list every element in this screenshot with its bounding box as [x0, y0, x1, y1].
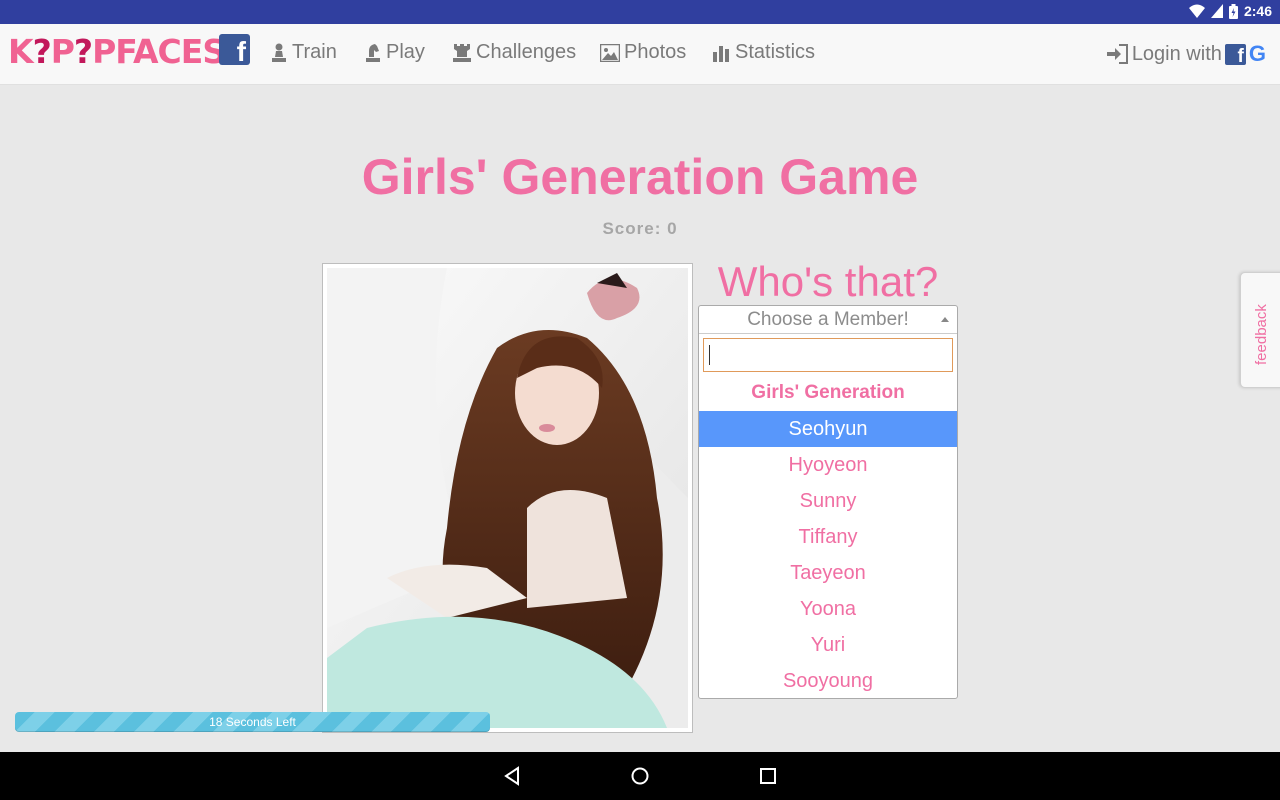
bar-chart-icon: [713, 45, 729, 62]
recents-icon[interactable]: [759, 766, 777, 786]
top-navbar: K?P?PFACES f Train Play Challenges Photo…: [0, 24, 1280, 85]
rook-icon: [453, 43, 471, 62]
facebook-login-icon[interactable]: f: [1224, 43, 1246, 65]
facebook-icon[interactable]: f: [219, 34, 250, 65]
logo-text-3: PFACES: [92, 32, 226, 71]
sign-in-icon: [1106, 44, 1128, 64]
timer-progress-bar: 18 Seconds Left: [15, 712, 490, 732]
nav-photos[interactable]: Photos: [600, 41, 686, 64]
nav-statistics-label: Statistics: [735, 41, 816, 63]
option-yuri[interactable]: Yuri: [699, 627, 957, 663]
option-tiffany[interactable]: Tiffany: [699, 519, 957, 555]
option-hyoyeon[interactable]: Hyoyeon: [699, 447, 957, 483]
facebook-login-letter: f: [1237, 45, 1244, 65]
nav-statistics[interactable]: Statistics: [713, 41, 815, 64]
clock: 2:46: [1243, 3, 1272, 19]
option-sooyoung[interactable]: Sooyoung: [699, 663, 957, 699]
option-sunny[interactable]: Sunny: [699, 483, 957, 519]
option-group-label: Girls' Generation: [751, 382, 905, 403]
cell-signal-icon: [1210, 4, 1223, 18]
nav-play-label: Play: [386, 41, 425, 63]
feedback-tab[interactable]: feedback: [1240, 272, 1280, 388]
back-icon[interactable]: [503, 766, 521, 786]
android-nav-bar: [0, 752, 1280, 800]
option-taeyeon[interactable]: Taeyeon: [699, 555, 957, 591]
member-photo: [327, 268, 688, 728]
option-seohyun[interactable]: Seohyun: [699, 411, 957, 447]
photo-icon: [600, 43, 620, 62]
dropdown-arrow-icon: [941, 317, 949, 322]
select-placeholder: Choose a Member!: [747, 309, 909, 330]
logo-text-1: K: [8, 32, 34, 71]
nav-challenges[interactable]: Challenges: [452, 41, 576, 64]
status-bar: 2:46: [0, 0, 1280, 24]
nav-play[interactable]: Play: [364, 41, 425, 64]
member-select[interactable]: Choose a Member! Girls' Generation Seohy…: [698, 305, 958, 699]
nav-train[interactable]: Train: [270, 41, 337, 64]
knight-icon: [366, 43, 380, 62]
text-cursor: [709, 345, 710, 365]
member-select-toggle[interactable]: Choose a Member!: [699, 306, 957, 334]
home-icon[interactable]: [630, 766, 650, 786]
google-icon[interactable]: G: [1249, 41, 1266, 67]
option-list: Seohyun Hyoyeon Sunny Tiffany Taeyeon Yo…: [699, 411, 957, 699]
page-title: Girls' Generation Game: [361, 149, 919, 205]
option-yoona[interactable]: Yoona: [699, 591, 957, 627]
nav-train-label: Train: [292, 41, 337, 63]
wifi-icon: [1188, 4, 1205, 18]
score-label: Score: 0: [602, 219, 678, 238]
login-button[interactable]: Login with f G: [1106, 41, 1266, 67]
question-heading: Who's that?: [717, 258, 939, 305]
battery-icon: [1228, 3, 1238, 19]
logo-text-2: P: [50, 32, 75, 71]
nav-challenges-label: Challenges: [476, 41, 577, 63]
kpopfaces-logo[interactable]: K?P?PFACES: [8, 32, 226, 71]
timer-label: 18 Seconds Left: [209, 715, 296, 729]
nav-photos-label: Photos: [624, 41, 687, 63]
login-label: Login with: [1131, 42, 1222, 65]
member-photo-frame: [322, 263, 693, 733]
pawn-icon: [272, 43, 286, 62]
member-search-input[interactable]: [703, 338, 953, 372]
facebook-letter: f: [236, 36, 246, 65]
feedback-label: feedback: [1253, 304, 1270, 365]
